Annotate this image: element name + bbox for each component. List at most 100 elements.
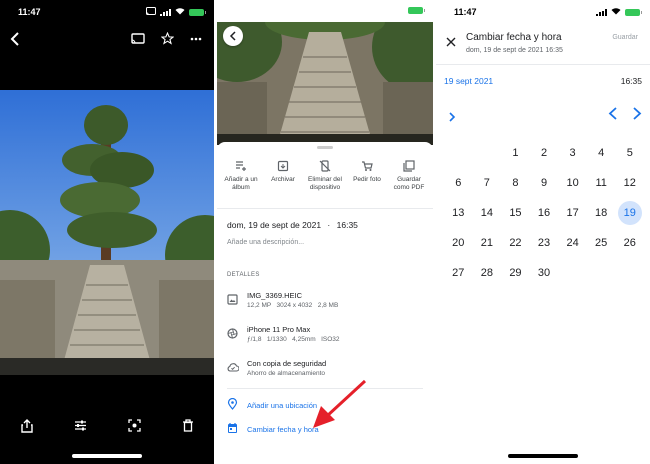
save-button[interactable]: Guardar: [612, 34, 638, 41]
calendar-day[interactable]: 21: [473, 228, 502, 258]
camera-info-row: iPhone 11 Pro Max ƒ/1,8 1/1330 4,25mm IS…: [227, 324, 427, 348]
home-indicator: [508, 454, 578, 458]
calendar-day[interactable]: 18: [587, 198, 616, 228]
status-bar: [217, 0, 433, 22]
close-icon[interactable]: [446, 34, 456, 52]
current-date-time: dom, 19 de sept de 2021 16:35: [466, 47, 563, 54]
share-icon[interactable]: [20, 419, 33, 438]
calendar-day[interactable]: 15: [501, 198, 530, 228]
calendar-week: 12345: [444, 138, 644, 168]
calendar-day[interactable]: 10: [558, 168, 587, 198]
battery-icon: [625, 8, 642, 16]
calendar-empty-cell: [587, 258, 616, 288]
selected-time-field[interactable]: 16:35: [621, 76, 642, 86]
calendar-day[interactable]: 28: [473, 258, 502, 288]
calendar-day[interactable]: 8: [501, 168, 530, 198]
calendar-day[interactable]: 12: [615, 168, 644, 198]
cast-icon[interactable]: [131, 32, 145, 50]
calendar-day-selected[interactable]: 19: [615, 198, 644, 228]
photo-thumbnail[interactable]: [217, 22, 433, 145]
calendar-grid: 1 2 3 4 5 6 7 8 9 10 11 12 13 14 15 16 17 18 19 20 21 22 23 24 2…: [444, 138, 644, 288]
backup-subtitle: Ahorro de almacenamiento: [247, 370, 326, 377]
battery-icon: [189, 8, 206, 16]
home-indicator: [72, 454, 142, 458]
date-picker-header: Cambiar fecha y hora dom, 19 de sept de …: [436, 28, 650, 62]
add-to-album-button[interactable]: Añadir a un álbum: [221, 160, 261, 192]
signal-icon: [160, 8, 171, 16]
calendar-icon: [228, 423, 237, 433]
details-heading: DETALLES: [227, 272, 260, 278]
calendar-day[interactable]: 25: [587, 228, 616, 258]
save-as-pdf-button[interactable]: Guardar como PDF: [389, 160, 429, 192]
archive-icon: [277, 160, 289, 172]
status-bar: 11:47: [0, 0, 214, 22]
month-picker-chevron-icon[interactable]: [448, 109, 456, 127]
cast-status-icon: [146, 7, 156, 17]
calendar-day[interactable]: 3: [558, 138, 587, 168]
calendar-day[interactable]: 4: [587, 138, 616, 168]
calendar-week: 6 7 8 9 10 11 12: [444, 168, 644, 198]
annotation-arrow-icon: [313, 379, 367, 428]
file-info-row: IMG_3369.HEIC 12,2 MP 3024 x 4032 2,8 MB: [227, 290, 427, 314]
status-time: 11:47: [454, 7, 477, 17]
calendar-day[interactable]: 6: [444, 168, 473, 198]
calendar-day[interactable]: 16: [530, 198, 559, 228]
back-icon: [229, 31, 236, 41]
description-input[interactable]: Añade una descripción...: [227, 239, 304, 246]
calendar-day[interactable]: 20: [444, 228, 473, 258]
month-navigation: [436, 105, 650, 125]
photo-image[interactable]: [0, 90, 214, 375]
calendar-day[interactable]: 26: [615, 228, 644, 258]
status-time: 11:47: [18, 7, 41, 17]
sheet-handle[interactable]: [317, 146, 333, 149]
image-icon: [227, 294, 238, 305]
pdf-icon: [403, 160, 415, 172]
calendar-day[interactable]: 24: [558, 228, 587, 258]
archive-button[interactable]: Archivar: [263, 160, 303, 192]
calendar-empty-cell: [558, 258, 587, 288]
calendar-day[interactable]: 27: [444, 258, 473, 288]
calendar-day[interactable]: 5: [615, 138, 644, 168]
calendar-week: 20 21 22 23 24 25 26: [444, 228, 644, 258]
calendar-day[interactable]: 9: [530, 168, 559, 198]
cloud-done-icon: [227, 363, 239, 372]
next-month-icon[interactable]: [632, 107, 642, 125]
selected-date-field[interactable]: 19 sept 2021: [444, 76, 493, 86]
more-icon[interactable]: [190, 32, 202, 50]
lens-icon[interactable]: [127, 419, 141, 438]
previous-month-icon[interactable]: [608, 107, 618, 125]
cart-icon: [362, 161, 373, 171]
calendar-day[interactable]: 22: [501, 228, 530, 258]
add-to-album-icon: [236, 161, 246, 171]
calendar-day[interactable]: 7: [473, 168, 502, 198]
calendar-day[interactable]: 2: [530, 138, 559, 168]
delete-from-device-button[interactable]: Eliminar del dispositivo: [305, 160, 345, 192]
calendar-day[interactable]: 1: [501, 138, 530, 168]
calendar-day[interactable]: 17: [558, 198, 587, 228]
file-name: IMG_3369.HEIC: [247, 291, 303, 300]
page-title: Cambiar fecha y hora: [466, 32, 562, 43]
calendar-week: 27 28 29 30: [444, 258, 644, 288]
location-pin-icon: [227, 398, 238, 410]
back-icon[interactable]: [10, 32, 20, 51]
calendar-day[interactable]: 23: [530, 228, 559, 258]
calendar-day[interactable]: 13: [444, 198, 473, 228]
delete-from-device-icon: [319, 160, 331, 172]
calendar-day[interactable]: 11: [587, 168, 616, 198]
trash-icon[interactable]: [182, 419, 194, 438]
back-button[interactable]: [223, 26, 243, 46]
signal-icon: [596, 8, 607, 16]
calendar-empty-cell: [615, 258, 644, 288]
calendar-day[interactable]: 30: [530, 258, 559, 288]
calendar-day[interactable]: 29: [501, 258, 530, 288]
status-bar: 11:47: [436, 0, 650, 22]
photo-details-screen: Añadir a un álbum Archivar Eliminar del …: [217, 0, 433, 464]
wifi-icon: [175, 7, 185, 17]
photo-date: dom, 19 de sept de 2021 · 16:35: [227, 220, 358, 230]
edit-adjust-icon[interactable]: [74, 419, 87, 438]
order-photo-button[interactable]: Pedir foto: [347, 160, 387, 192]
calendar-day[interactable]: 14: [473, 198, 502, 228]
file-info: 12,2 MP 3024 x 4032 2,8 MB: [247, 302, 339, 309]
star-icon[interactable]: [160, 31, 175, 50]
calendar-empty-cell: [444, 138, 473, 168]
